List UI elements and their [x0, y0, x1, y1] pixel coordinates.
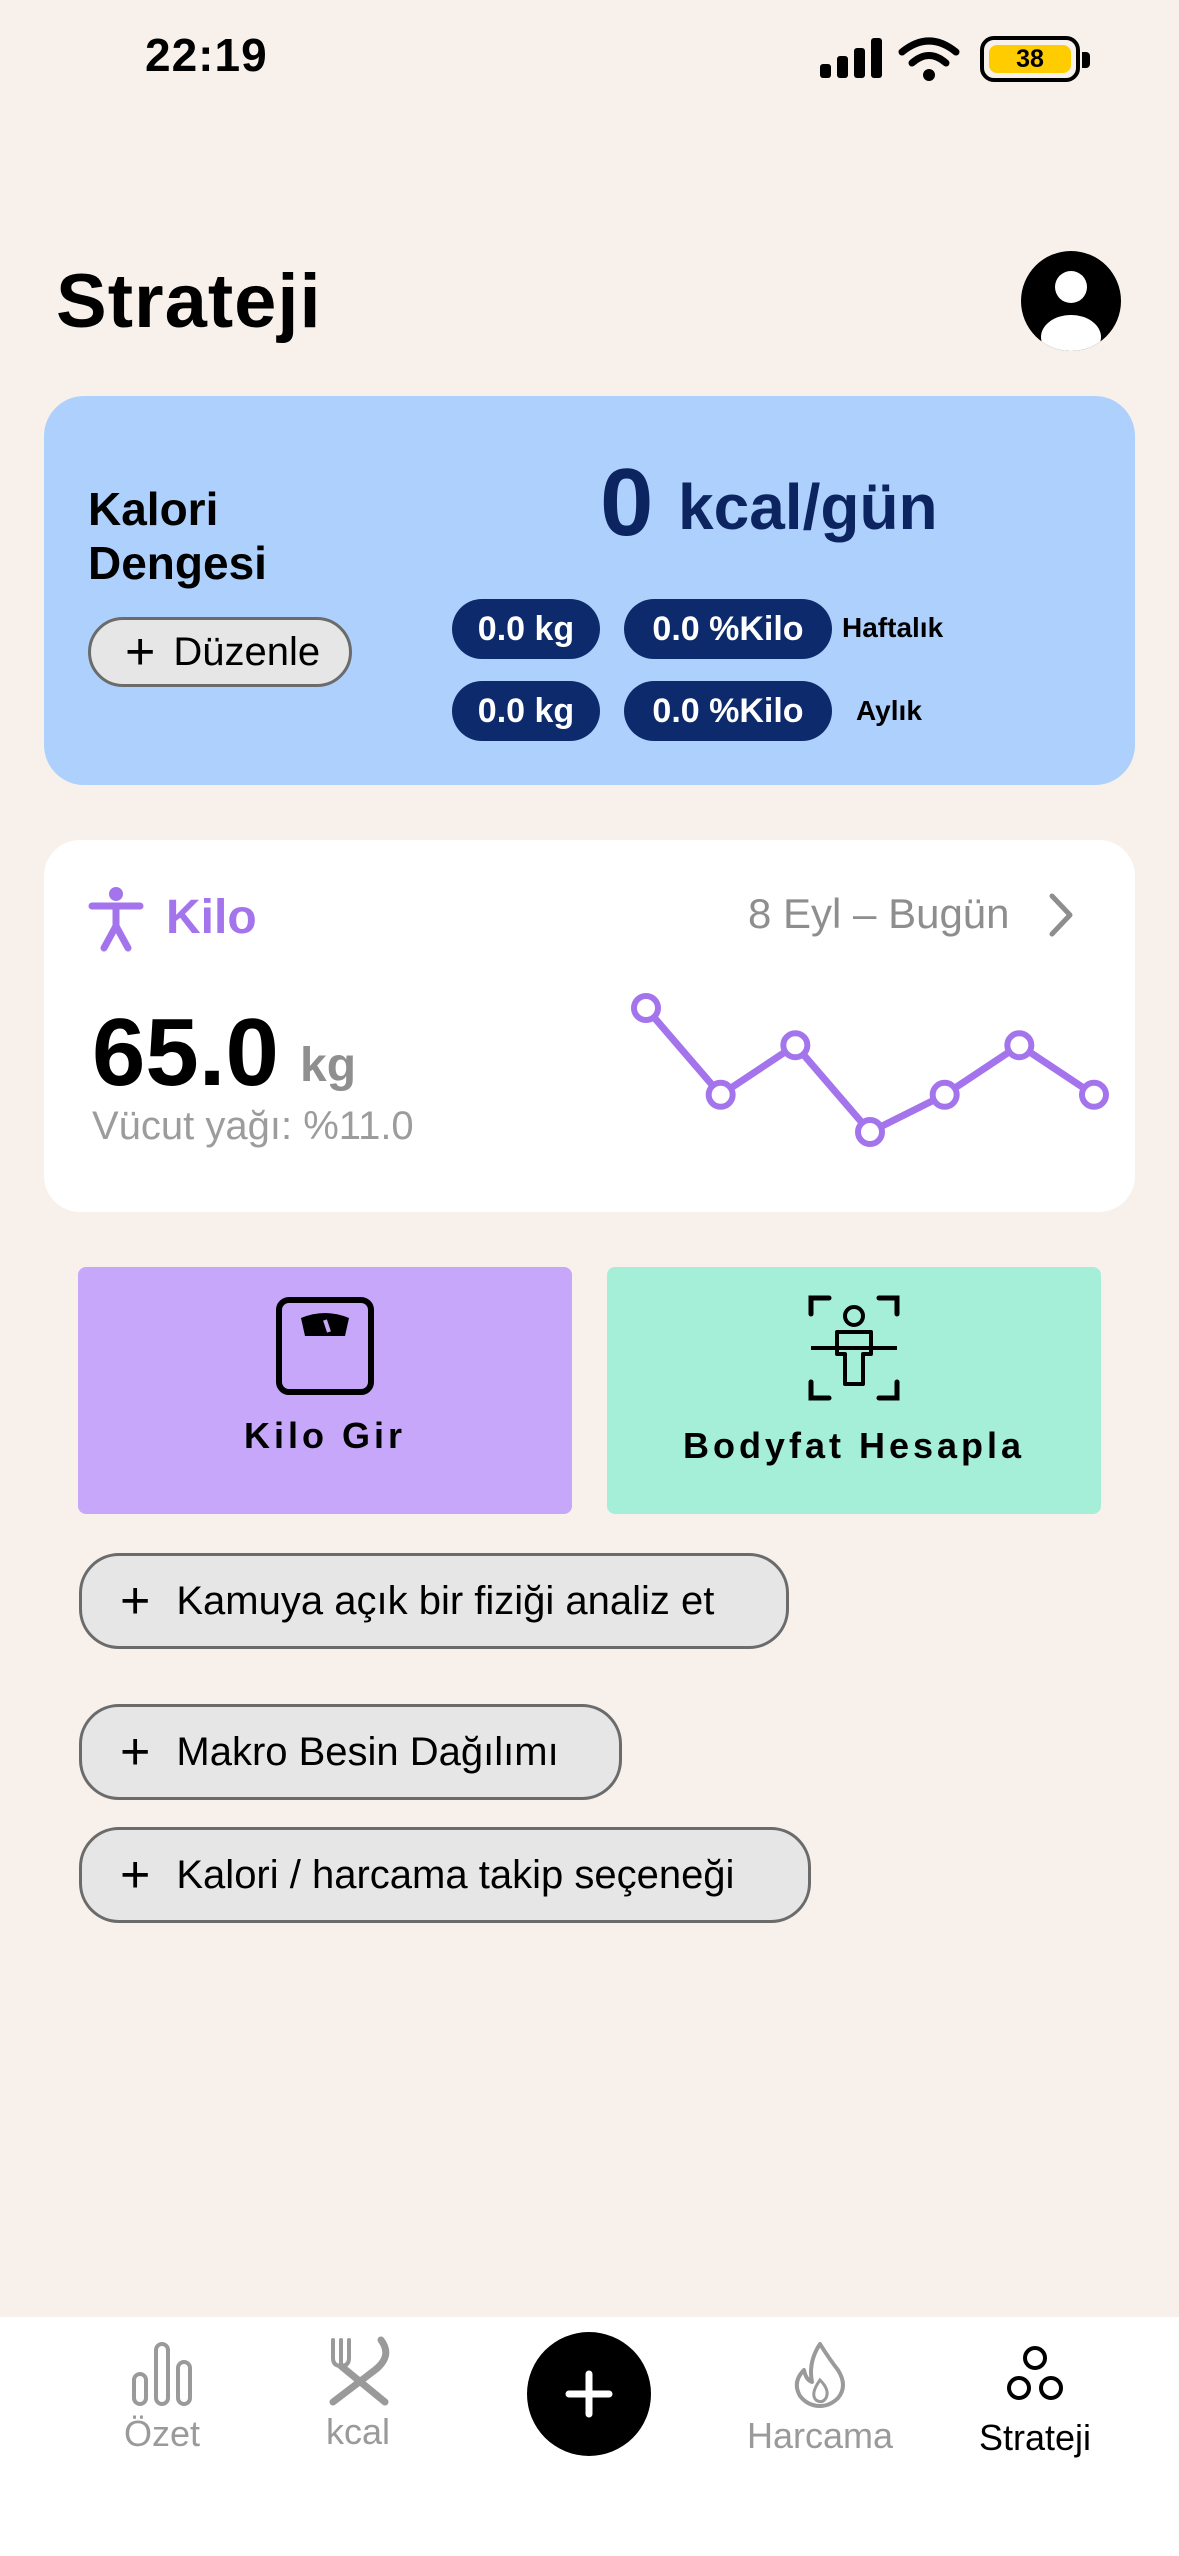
edit-label: Düzenle	[173, 629, 321, 674]
three-circles-icon	[1007, 2346, 1063, 2400]
tracking-option-button[interactable]: + Kalori / harcama takip seçeneği	[79, 1827, 811, 1923]
bodyfat-calc-label: Bodyfat Hesapla	[682, 1425, 1026, 1466]
tab-kcal-label: kcal	[325, 2411, 391, 2452]
flame-icon	[794, 2342, 845, 2408]
plus-icon: +	[120, 1723, 151, 1781]
weight-point	[780, 1030, 811, 1061]
calorie-balance-label: Kalori Dengesi	[88, 483, 267, 589]
weight-unit: kg	[300, 1039, 357, 1092]
tab-strateji-label: Strateji	[978, 2417, 1092, 2458]
plus-icon: +	[120, 1846, 151, 1904]
weight-value: 65.0	[92, 999, 279, 1106]
plus-icon	[565, 2370, 613, 2418]
macro-distribution-button[interactable]: + Makro Besin Dağılımı	[79, 1704, 622, 1800]
weight-line	[643, 1005, 1096, 1136]
monthly-label: Aylık	[856, 695, 922, 726]
tab-kcal[interactable]: kcal	[296, 2336, 420, 2453]
plus-icon: +	[125, 623, 156, 681]
bar-chart-icon	[132, 2342, 192, 2406]
tab-ozet[interactable]: Özet	[100, 2340, 224, 2455]
battery-level: 38	[1016, 44, 1044, 73]
edit-button[interactable]: + Düzenle	[88, 617, 352, 687]
enter-weight-button[interactable]: Kilo Gir	[78, 1267, 572, 1514]
monthly-kg-badge: 0.0 kg	[452, 681, 600, 741]
profile-avatar-button[interactable]	[1021, 251, 1121, 351]
battery-icon: 38	[980, 36, 1090, 82]
tab-strateji[interactable]: Strateji	[965, 2344, 1105, 2459]
bodyfat-calc-button[interactable]: Bodyfat Hesapla	[607, 1267, 1101, 1514]
enter-weight-label: Kilo Gir	[243, 1415, 406, 1456]
weekly-percent-badge: 0.0 %Kilo	[624, 599, 832, 659]
fork-knife-icon	[329, 2336, 390, 2406]
plus-icon: +	[120, 1572, 151, 1630]
weekly-kg-badge: 0.0 kg	[452, 599, 600, 659]
weight-point	[855, 1117, 885, 1147]
macro-distribution-label: Makro Besin Dağılımı	[176, 1729, 559, 1774]
person-icon	[1041, 271, 1101, 351]
accessibility-person-icon	[88, 887, 144, 952]
monthly-percent-badge: 0.0 %Kilo	[624, 681, 832, 741]
weight-point	[929, 1079, 960, 1110]
weight-point	[705, 1079, 736, 1110]
tab-ozet-label: Özet	[123, 2413, 201, 2454]
date-range[interactable]: 8 Eyl – Bugün	[748, 890, 1010, 938]
weight-point	[1079, 1079, 1109, 1110]
tracking-option-label: Kalori / harcama takip seçeneği	[176, 1852, 735, 1897]
weekly-label: Haftalık	[842, 612, 944, 643]
cellular-signal-icon	[820, 38, 882, 78]
calorie-value: 0	[600, 449, 654, 556]
weight-point	[1004, 1030, 1035, 1061]
tab-harcama[interactable]: Harcama	[740, 2340, 900, 2457]
add-button[interactable]	[527, 2332, 651, 2456]
analyze-physique-button[interactable]: + Kamuya açık bir fiziği analiz et	[79, 1553, 789, 1649]
weight-point	[631, 993, 661, 1023]
chevron-right-icon[interactable]	[1044, 892, 1078, 938]
status-time: 22:19	[145, 29, 268, 81]
analyze-physique-label: Kamuya açık bir fiziği analiz et	[176, 1578, 715, 1623]
calorie-unit: kcal/gün	[678, 471, 938, 543]
body-fat-text: Vücut yağı: %11.0	[92, 1104, 414, 1148]
tab-harcama-label: Harcama	[746, 2415, 894, 2456]
scale-icon	[276, 1297, 374, 1395]
wifi-icon	[898, 37, 960, 81]
weight-title: Kilo	[166, 891, 257, 944]
weight-trend-chart	[631, 993, 1109, 1147]
page-title: Strateji	[56, 259, 322, 344]
body-scan-icon	[808, 1295, 900, 1401]
